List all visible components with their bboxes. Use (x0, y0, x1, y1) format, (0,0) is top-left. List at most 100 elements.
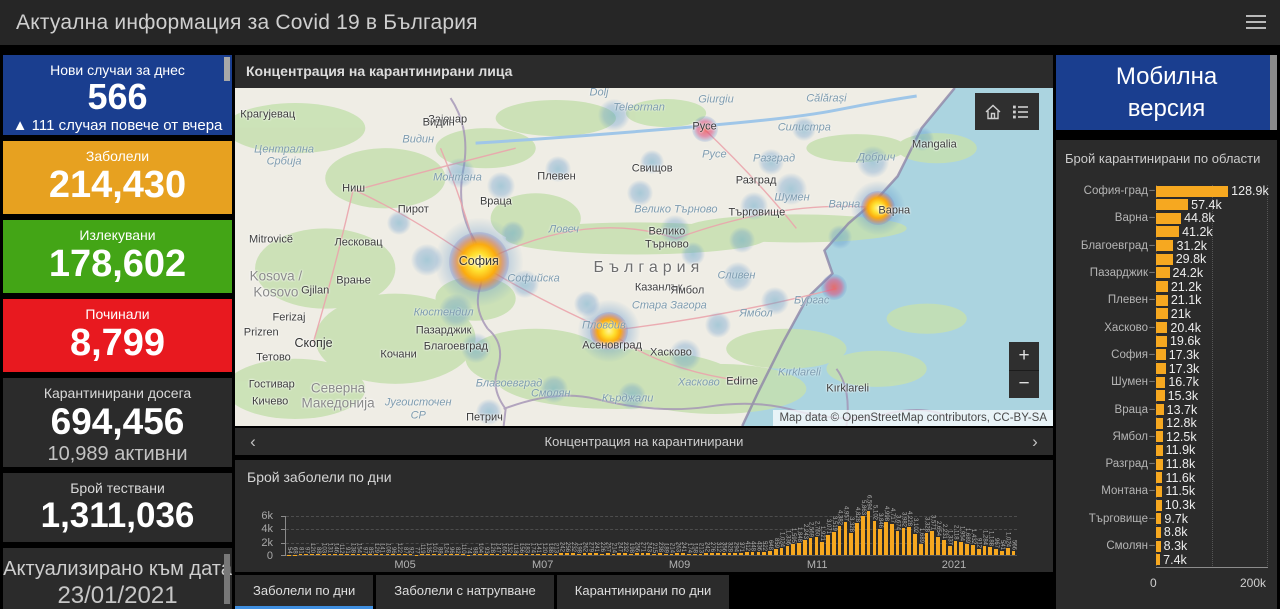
region-bar[interactable] (1156, 500, 1162, 511)
daily-cases-plot[interactable]: 5468819712088103131146112911381549785129… (285, 516, 1017, 556)
scrollbar-thumb[interactable] (224, 57, 230, 81)
map-label: Русе (702, 149, 726, 162)
map-label: Teleorman (613, 102, 665, 115)
region-value-label: 10.3k (1165, 498, 1196, 512)
stat-card-tested: Брой тествани 1,311,036 (3, 473, 232, 542)
region-bar[interactable] (1156, 336, 1167, 347)
map-label: Търговище (729, 207, 786, 220)
map-label: Mitrovicë (249, 234, 293, 247)
region-bar[interactable] (1156, 459, 1163, 470)
mobile-version-button[interactable]: Мобилна версия (1056, 55, 1277, 130)
region-value-label: 31.2k (1176, 239, 1207, 253)
region-bar[interactable] (1156, 186, 1228, 197)
map-label: Пазарджик (416, 324, 472, 337)
quarantined-by-region-panel: Брой карантинирани по области София-град… (1056, 140, 1277, 609)
region-bar[interactable] (1156, 513, 1161, 524)
stat-card-infected: Заболели 214,430 (3, 141, 232, 214)
legend-icon[interactable] (1012, 103, 1030, 121)
hamburger-menu-icon[interactable] (1246, 12, 1266, 32)
region-bar[interactable] (1156, 213, 1181, 224)
map-label: Благоевград (424, 340, 488, 353)
next-arrow-icon[interactable]: › (1017, 432, 1053, 452)
stat-value: 566 (3, 78, 232, 116)
map-label: Разград (736, 175, 777, 188)
tab-daily-quarantined[interactable]: Карантинирани по дни (557, 575, 730, 609)
region-bar[interactable] (1156, 445, 1163, 456)
region-label: Враца (1064, 404, 1148, 416)
region-value-label: 8.3k (1164, 539, 1188, 553)
region-value-label: 7.4k (1163, 553, 1187, 567)
zoom-in-button[interactable]: + (1009, 342, 1039, 371)
region-label: Шумен (1064, 376, 1148, 388)
map-label: Софийска (507, 273, 559, 286)
region-bar[interactable] (1156, 527, 1161, 538)
map-label: Гостивар (249, 379, 295, 392)
region-bar[interactable] (1156, 404, 1164, 415)
region-value-label: 9.7k (1164, 512, 1188, 526)
map-label: Шумен (774, 192, 809, 205)
region-bar[interactable] (1156, 199, 1188, 210)
region-bar[interactable] (1156, 363, 1166, 374)
region-bar-row: Враца–13.7k (1064, 404, 1269, 416)
scrollbar-thumb[interactable] (1270, 55, 1277, 130)
region-chart-axis (1156, 567, 1268, 568)
region-label: Хасково (1064, 322, 1148, 334)
region-bar[interactable] (1156, 226, 1179, 237)
stat-card-quarantined: Карантинирани досега 694,456 10,989 акти… (3, 378, 232, 467)
region-bar-row: Шумен–16.7k (1064, 376, 1269, 388)
map-label: Лесковац (335, 237, 383, 250)
region-value-label: 24.2k (1173, 266, 1204, 280)
prev-arrow-icon[interactable]: ‹ (235, 432, 271, 452)
region-bar[interactable] (1156, 486, 1162, 497)
region-value-label: 21.1k (1171, 293, 1202, 307)
map-canvas[interactable]: КрагујевацЗајечарВидинВидинЦентрална Срб… (235, 88, 1053, 426)
region-bar[interactable] (1156, 431, 1163, 442)
map-label: Ferizaj (272, 312, 305, 325)
region-bar[interactable] (1156, 349, 1166, 360)
region-value-label: 11.5k (1165, 484, 1195, 498)
region-bar[interactable] (1156, 390, 1165, 401)
region-bar-row: 11.9k (1064, 444, 1269, 456)
region-label: Пазарджик (1064, 267, 1148, 279)
region-bar[interactable] (1156, 472, 1162, 483)
tab-daily-cases[interactable]: Заболели по дни (235, 575, 373, 609)
zoom-out-button[interactable]: − (1009, 371, 1039, 399)
stat-title: Излекувани (3, 220, 232, 243)
map-label: Разград (753, 153, 795, 166)
region-bar-row: Разград–11.8k (1064, 458, 1269, 470)
map-label: Бургас (794, 294, 829, 307)
map-label: България (594, 259, 705, 277)
region-value-label: 11.8k (1166, 457, 1196, 471)
map-label: Варна (829, 199, 861, 212)
map-label: Врање (336, 274, 371, 287)
region-value-label: 128.9k (1231, 184, 1269, 198)
map-label: Кочани (380, 349, 416, 362)
stat-card-updated: Актуализирано към дата 23/01/2021 (3, 548, 232, 609)
region-bar[interactable] (1156, 554, 1160, 565)
region-bar-row: 7.4k (1064, 554, 1269, 566)
region-bar[interactable] (1156, 541, 1161, 552)
scrollbar-thumb[interactable] (224, 554, 230, 604)
region-bar[interactable] (1156, 322, 1167, 333)
region-bar-row: Хасково–20.4k (1064, 322, 1269, 334)
stat-value: 8,799 (3, 324, 232, 364)
home-icon[interactable] (984, 103, 1002, 121)
map-label: Ямбол (739, 307, 772, 320)
region-bar[interactable] (1156, 295, 1168, 306)
region-value-label: 11.6k (1165, 471, 1195, 485)
map-label: Kosova / Kosovo (250, 269, 303, 300)
region-label: София (1064, 349, 1148, 361)
region-tick: – (1148, 322, 1156, 334)
region-value-label: 12.8k (1166, 416, 1197, 430)
region-bar[interactable] (1156, 267, 1170, 278)
map-label: Хасково (650, 346, 692, 359)
region-bar[interactable] (1156, 281, 1168, 292)
region-bar[interactable] (1156, 308, 1168, 319)
region-bar[interactable] (1156, 377, 1165, 388)
region-bar[interactable] (1156, 418, 1163, 429)
region-bar[interactable] (1156, 254, 1173, 265)
map-label: Ниш (342, 183, 365, 196)
tab-cumulative-cases[interactable]: Заболели с натрупване (376, 575, 554, 609)
region-value-label: 13.7k (1167, 403, 1198, 417)
region-bar[interactable] (1156, 240, 1173, 251)
